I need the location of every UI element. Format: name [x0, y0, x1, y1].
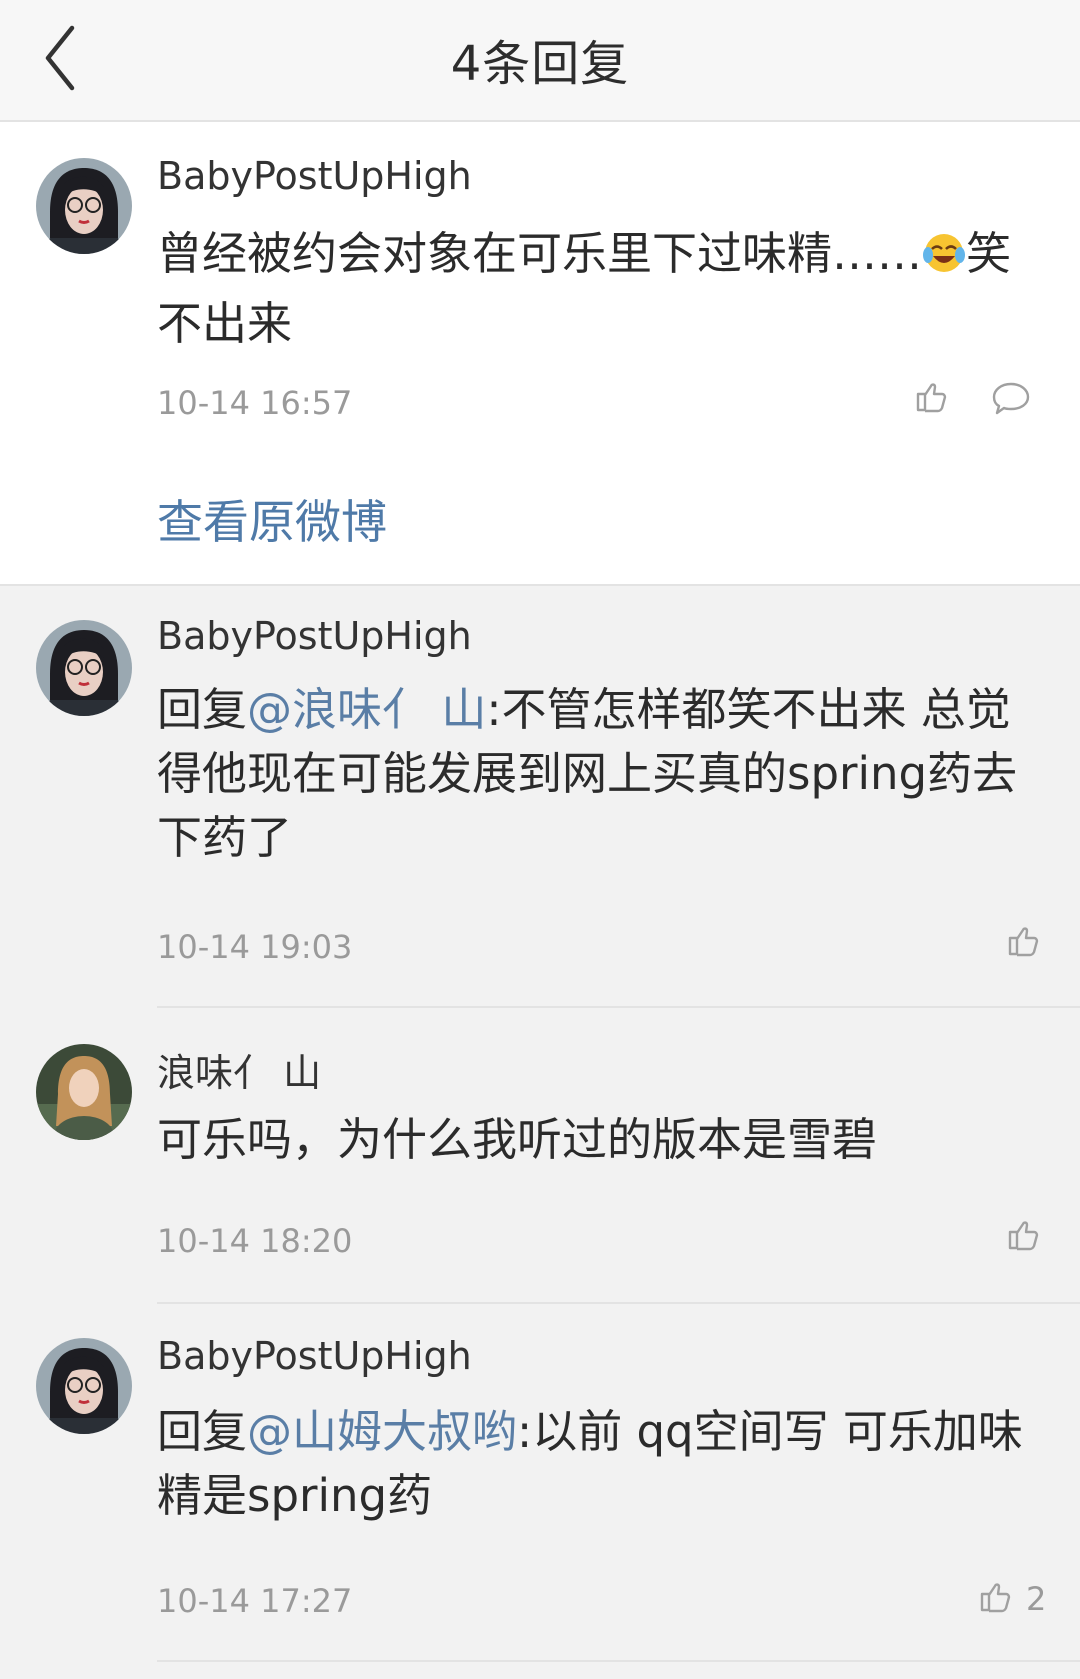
- laughing-crying-emoji-icon: [922, 228, 966, 292]
- divider: [157, 1660, 1080, 1662]
- view-original-link[interactable]: 查看原微博: [157, 486, 387, 552]
- avatar[interactable]: [36, 620, 132, 716]
- username[interactable]: BabyPostUpHigh: [157, 1334, 472, 1378]
- thumbs-up-icon: [980, 1583, 1011, 1613]
- comment-bubble-icon: [992, 382, 1030, 415]
- timestamp: 10-14 19:03: [157, 928, 353, 966]
- page-title: 4条回复: [450, 36, 630, 92]
- like-button[interactable]: 2: [972, 1576, 1046, 1622]
- thumbs-up-icon: [916, 383, 947, 413]
- reply-body: 可乐吗，为什么我听过的版本是雪碧: [157, 1113, 878, 1166]
- timestamp: 10-14 17:27: [157, 1582, 353, 1620]
- reply-item: BabyPostUpHigh 回复@山姆大叔哟:以前 qq空间写 可乐加味精是s…: [0, 1304, 1080, 1660]
- timestamp: 10-14 16:57: [157, 384, 353, 422]
- like-button[interactable]: [908, 376, 954, 422]
- mention-link[interactable]: @浪味亻 山: [247, 683, 486, 736]
- like-button[interactable]: [1000, 1214, 1054, 1260]
- like-button[interactable]: [1000, 920, 1054, 966]
- thumbs-up-icon: [1008, 927, 1039, 957]
- reply-prefix: 回复: [157, 683, 248, 736]
- reply-item: 浪味亻 山 可乐吗，为什么我听过的版本是雪碧 10-14 18:20: [0, 1008, 1080, 1302]
- reply-text: 可乐吗，为什么我听过的版本是雪碧: [157, 1108, 1037, 1172]
- reply-text: 回复@山姆大叔哟:以前 qq空间写 可乐加味精是spring药: [157, 1400, 1037, 1528]
- thumbs-up-icon: [1008, 1221, 1039, 1251]
- username[interactable]: BabyPostUpHigh: [157, 614, 472, 658]
- avatar[interactable]: [36, 1044, 132, 1140]
- username[interactable]: 浪味亻 山: [157, 1042, 321, 1097]
- like-count: 2: [1026, 1580, 1047, 1618]
- avatar[interactable]: [36, 158, 132, 254]
- avatar[interactable]: [36, 1338, 132, 1434]
- username[interactable]: BabyPostUpHigh: [157, 154, 472, 198]
- main-comment: BabyPostUpHigh 曾经被约会对象在可乐里下过味精…… 笑不出来 10-…: [0, 122, 1080, 586]
- reply-prefix: 回复: [157, 1405, 248, 1458]
- reply-button[interactable]: [990, 378, 1032, 420]
- mention-link[interactable]: @山姆大叔哟: [247, 1405, 517, 1458]
- header-bar: 4条回复: [0, 0, 1080, 122]
- comment-text-part: 曾经被约会对象在可乐里下过味精……: [157, 227, 923, 280]
- reply-item: BabyPostUpHigh 回复@浪味亻 山:不管怎样都笑不出来 总觉得他现在…: [0, 586, 1080, 1006]
- comment-text: 曾经被约会对象在可乐里下过味精…… 笑不出来: [157, 222, 1037, 356]
- timestamp: 10-14 18:20: [157, 1222, 353, 1260]
- reply-text: 回复@浪味亻 山:不管怎样都笑不出来 总觉得他现在可能发展到网上买真的sprin…: [157, 678, 1037, 870]
